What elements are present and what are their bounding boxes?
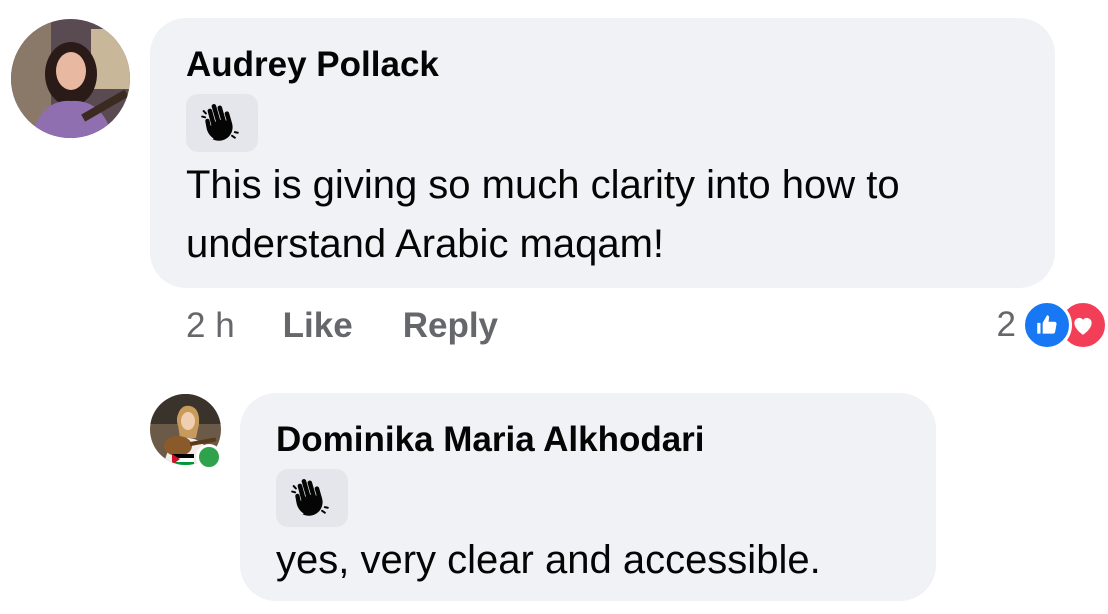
comment-author[interactable]: Audrey Pollack <box>186 44 1019 86</box>
comment-text: This is giving so much clarity into how … <box>186 156 1019 274</box>
comment-author[interactable]: Dominika Maria Alkhodari <box>276 419 900 461</box>
comment-text-line: understand Arabic maqam! <box>186 222 665 266</box>
comment-text-line: This is giving so much clarity into how … <box>186 163 900 207</box>
waving-hand-icon <box>201 104 239 141</box>
online-status-indicator <box>196 444 222 470</box>
like-icon <box>1022 300 1072 350</box>
waving-hand-sticker <box>186 94 258 152</box>
like-button[interactable]: Like <box>283 306 353 346</box>
comment-bubble: Audrey Pollack This is giving so much cl… <box>150 18 1055 288</box>
avatar-audrey-pollack[interactable] <box>11 19 130 138</box>
comment-text: yes, very clear and accessible. <box>276 538 821 582</box>
reaction-summary[interactable]: 2 <box>996 300 1108 350</box>
comment-timestamp[interactable]: 2 h <box>186 306 235 346</box>
reaction-count: 2 <box>996 305 1016 344</box>
waving-hand-icon <box>291 479 329 516</box>
reply-button[interactable]: Reply <box>403 306 498 346</box>
waving-hand-sticker <box>276 469 348 527</box>
reply-bubble: Dominika Maria Alkhodari yes, very clear… <box>240 393 936 601</box>
comment-actions: 2 h Like Reply <box>186 304 548 348</box>
